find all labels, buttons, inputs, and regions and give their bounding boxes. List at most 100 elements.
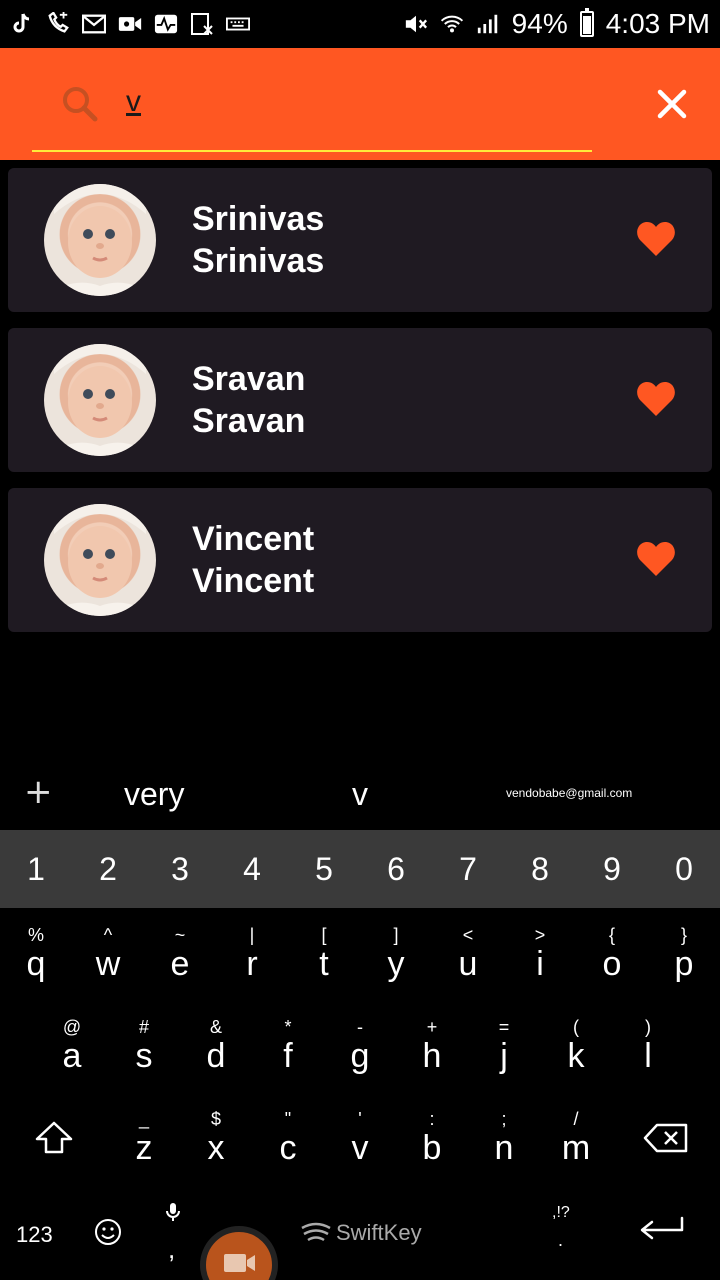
suggestion-1[interactable]: very xyxy=(124,776,184,813)
key-b[interactable]: :b xyxy=(396,1094,468,1186)
key-7[interactable]: 7 xyxy=(432,830,504,908)
contact-name-line1: Srinivas xyxy=(192,200,325,238)
key-8[interactable]: 8 xyxy=(504,830,576,908)
key-1[interactable]: 1 xyxy=(0,830,72,908)
suggestion-strip: + very v vendobabe@gmail.com xyxy=(0,760,720,830)
key-f[interactable]: * f xyxy=(252,1002,324,1094)
emoji-icon[interactable] xyxy=(94,1218,122,1246)
keyboard-row-3: _ z $ x " c ' v :b ; n / m xyxy=(0,1094,720,1186)
video-call-button[interactable] xyxy=(200,1226,278,1280)
comma-key[interactable]: , xyxy=(168,1234,175,1265)
battery-icon xyxy=(579,8,594,37)
key-a[interactable]: @ a xyxy=(36,1002,108,1094)
video-icon xyxy=(118,12,142,36)
tiktok-icon xyxy=(10,12,34,36)
key-v[interactable]: ' v xyxy=(324,1094,396,1186)
key-s[interactable]: # s xyxy=(108,1002,180,1094)
shift-key[interactable] xyxy=(0,1094,108,1186)
key-d[interactable]: & d xyxy=(180,1002,252,1094)
heart-icon[interactable] xyxy=(636,540,676,578)
keyboard-bottom-row: 123 , SwiftKey ,!? . xyxy=(0,1190,720,1280)
clock: 4:03 PM xyxy=(605,8,710,39)
call-icon xyxy=(46,12,70,36)
key-r[interactable]: | r xyxy=(216,910,288,1002)
key-g[interactable]: -g xyxy=(324,1002,396,1094)
key-i[interactable]: > i xyxy=(504,910,576,1002)
backspace-icon xyxy=(643,1123,689,1158)
key-m[interactable]: / m xyxy=(540,1094,612,1186)
swiftkey-logo: SwiftKey xyxy=(300,1220,422,1246)
battery-percent: 94% xyxy=(511,8,568,39)
key-0[interactable]: 0 xyxy=(648,830,720,908)
search-underline xyxy=(32,150,592,152)
key-c[interactable]: " c xyxy=(252,1094,324,1186)
close-icon[interactable] xyxy=(652,84,692,124)
key-u[interactable]: < u xyxy=(432,910,504,1002)
key-h[interactable]: + h xyxy=(396,1002,468,1094)
status-right-icons: 94% 4:03 PM xyxy=(404,8,710,40)
key-z[interactable]: _ z xyxy=(108,1094,180,1186)
swiftkey-label: SwiftKey xyxy=(336,1220,422,1245)
contact-name-line2: Sravan xyxy=(192,402,306,440)
key-n[interactable]: ; n xyxy=(468,1094,540,1186)
search-input[interactable] xyxy=(126,82,566,122)
search-icon xyxy=(60,84,100,124)
key-p[interactable]: } p xyxy=(648,910,720,1002)
key-4[interactable]: 4 xyxy=(216,830,288,908)
symbols-key[interactable]: 123 xyxy=(16,1222,53,1248)
contact-name: Vincent Vincent xyxy=(192,518,314,602)
list-item[interactable]: Sravan Sravan xyxy=(8,328,712,472)
plus-icon[interactable]: + xyxy=(24,772,53,812)
suggestion-3[interactable]: vendobabe@gmail.com xyxy=(506,786,632,800)
key-3[interactable]: 3 xyxy=(144,830,216,908)
gmail-icon xyxy=(82,12,106,36)
suggestion-2[interactable]: v xyxy=(352,776,368,813)
key-w[interactable]: ^ w xyxy=(72,910,144,1002)
punctuation-hint: ,!? xyxy=(552,1204,570,1221)
results-list: Srinivas Srinivas Sravan Sravan Vincent … xyxy=(8,168,712,648)
keyboard-row-2: @ a # s & d * f -g + h = j (k ) l xyxy=(0,1002,720,1094)
key-q[interactable]: % q xyxy=(0,910,72,1002)
avatar xyxy=(44,184,156,296)
keyboard-row-1: % q ^ w ~ e | r [t ] y < u > i {o } p xyxy=(0,910,720,1002)
contact-name-line2: Srinivas xyxy=(192,242,325,280)
sim-icon xyxy=(190,12,214,36)
backspace-key[interactable] xyxy=(612,1094,720,1186)
contact-name: Sravan Sravan xyxy=(192,358,305,442)
shift-icon xyxy=(34,1121,74,1160)
contact-name-line1: Vincent xyxy=(192,520,315,558)
contact-name: Srinivas Srinivas xyxy=(192,198,324,282)
status-bar: 94% 4:03 PM xyxy=(0,0,720,48)
microphone-icon[interactable] xyxy=(164,1202,182,1222)
key-x[interactable]: $ x xyxy=(180,1094,252,1186)
status-left-icons xyxy=(10,12,250,36)
mute-icon xyxy=(404,12,428,36)
contact-name-line1: Sravan xyxy=(192,360,306,398)
avatar xyxy=(44,344,156,456)
search-toolbar xyxy=(0,48,720,160)
key-l[interactable]: ) l xyxy=(612,1002,684,1094)
key-9[interactable]: 9 xyxy=(576,830,648,908)
key-y[interactable]: ] y xyxy=(360,910,432,1002)
key-2[interactable]: 2 xyxy=(72,830,144,908)
period-key[interactable]: . xyxy=(558,1230,563,1251)
key-k[interactable]: (k xyxy=(540,1002,612,1094)
key-e[interactable]: ~ e xyxy=(144,910,216,1002)
heart-icon[interactable] xyxy=(636,380,676,418)
camera-icon xyxy=(224,1254,255,1272)
contact-name-line2: Vincent xyxy=(192,562,315,600)
enter-icon[interactable] xyxy=(638,1216,686,1246)
heart-icon[interactable] xyxy=(636,220,676,258)
keyboard-icon xyxy=(226,12,250,36)
number-row: 1 2 3 4 5 6 7 8 9 0 xyxy=(0,830,720,908)
key-5[interactable]: 5 xyxy=(288,830,360,908)
signal-icon xyxy=(476,12,500,36)
list-item[interactable]: Vincent Vincent xyxy=(8,488,712,632)
activity-icon xyxy=(154,12,178,36)
wifi-icon xyxy=(440,12,464,36)
key-6[interactable]: 6 xyxy=(360,830,432,908)
list-item[interactable]: Srinivas Srinivas xyxy=(8,168,712,312)
key-t[interactable]: [t xyxy=(288,910,360,1002)
key-j[interactable]: = j xyxy=(468,1002,540,1094)
key-o[interactable]: {o xyxy=(576,910,648,1002)
